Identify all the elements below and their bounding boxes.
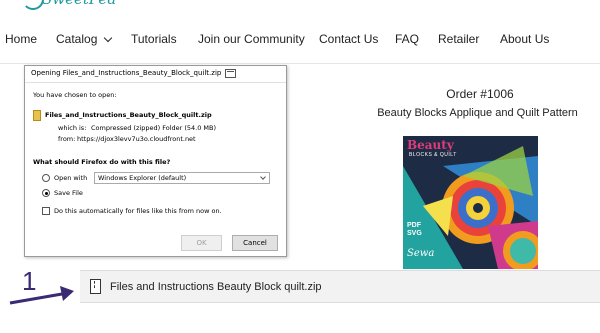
- open-with-select[interactable]: Windows Explorer (default): [94, 172, 270, 184]
- arrow-1-head: [60, 286, 74, 301]
- save-file-label[interactable]: Save File: [54, 189, 83, 197]
- which-is-label: which is:: [58, 124, 87, 132]
- open-with-value: Windows Explorer (default): [98, 174, 187, 182]
- auto-action-checkbox[interactable]: [42, 207, 50, 215]
- chosen-label: You have chosen to open:: [33, 91, 117, 99]
- dialog-titlebar: Opening Files_and_Instructions_Beauty_Bl…: [25, 66, 286, 83]
- auto-action-label[interactable]: Do this automatically for files like thi…: [54, 207, 222, 215]
- zip-folder-icon: [33, 110, 41, 121]
- dialog-title: Opening Files_and_Instructions_Beauty_Bl…: [31, 69, 222, 77]
- dialog-filename: Files_and_Instructions_Beauty_Block_quil…: [45, 111, 212, 119]
- which-is-value: Compressed (zipped) Folder (54.0 MB): [91, 124, 217, 132]
- ok-button[interactable]: OK: [181, 235, 222, 251]
- from-value: https://djox3levv7u3o.cloudfront.net: [77, 135, 196, 143]
- chevron-down-icon: [260, 174, 266, 180]
- minimize-icon[interactable]: [225, 69, 236, 78]
- from-label: from:: [58, 135, 76, 143]
- dialog-question: What should Firefox do with this file?: [33, 158, 171, 166]
- annotation-marker-1: 1: [22, 266, 37, 296]
- cancel-button[interactable]: Cancel: [232, 235, 278, 251]
- save-file-radio[interactable]: [42, 189, 50, 197]
- open-with-label[interactable]: Open with: [54, 174, 87, 182]
- open-with-radio[interactable]: [42, 174, 50, 182]
- file-open-dialog: Opening Files_and_Instructions_Beauty_Bl…: [24, 65, 287, 257]
